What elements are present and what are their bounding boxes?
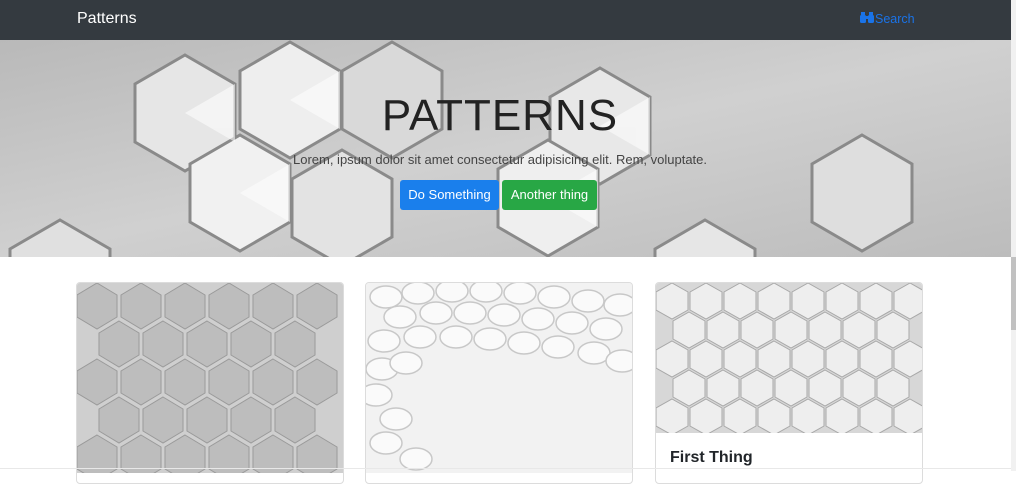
hero-background-image: [0, 40, 1011, 257]
hero-title: PATTERNS: [381, 91, 619, 140]
card-3-title: First Thing: [670, 449, 753, 466]
scrollbar-thumb[interactable]: [1011, 257, 1016, 330]
card-3-image: [656, 283, 922, 433]
brand-link[interactable]: Patterns: [77, 9, 137, 29]
search-label: Search: [875, 12, 915, 26]
card-1: [76, 282, 344, 484]
do-something-button[interactable]: Do Something: [400, 180, 499, 210]
bottom-divider: [0, 468, 1011, 469]
card-2: [365, 282, 633, 484]
search-link[interactable]: Search: [860, 11, 915, 27]
card-1-image: [77, 283, 343, 473]
card-3: First Thing: [655, 282, 923, 484]
navbar: Patterns Search: [0, 0, 1011, 40]
hero-section: PATTERNS Lorem, ipsum dolor sit amet con…: [0, 40, 1011, 257]
another-thing-button[interactable]: Another thing: [502, 180, 597, 210]
hero-lead-text: Lorem, ipsum dolor sit amet consectetur …: [292, 152, 708, 167]
binoculars-icon: [860, 11, 875, 27]
scrollbar-track[interactable]: [1011, 0, 1016, 471]
card-2-image: [366, 283, 632, 473]
